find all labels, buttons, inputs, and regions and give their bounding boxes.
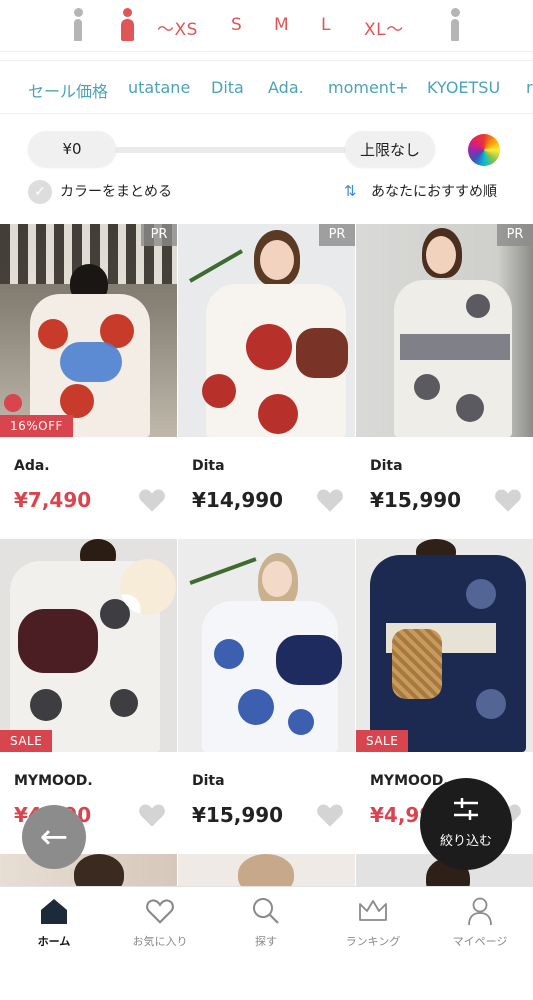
product-image[interactable] [178, 854, 355, 886]
brand-tab-utatane[interactable]: utatane [128, 78, 190, 97]
product-price: ¥14,990 [192, 488, 284, 512]
woman-figure-icon[interactable] [120, 8, 134, 42]
product-image[interactable]: PR [178, 224, 355, 437]
child-figure-icon[interactable] [71, 8, 85, 42]
product-image[interactable]: SALE [0, 539, 177, 752]
group-colors-checkbox[interactable]: ✓ [28, 180, 52, 204]
brand-tab-sale[interactable]: セール価格 [28, 78, 108, 102]
nav-home-label: ホーム [37, 935, 71, 948]
brand-tab-ada[interactable]: Ada. [268, 78, 304, 97]
product-image[interactable]: PR 16%OFF [0, 224, 177, 437]
pr-tag: PR [319, 224, 355, 246]
price-filter: ¥0 上限なし [0, 114, 533, 186]
sale-badge: SALE [0, 730, 53, 752]
filter-button[interactable]: 絞り込む [420, 778, 512, 870]
size-option-xs[interactable]: 〜XS [157, 15, 198, 40]
back-button[interactable]: ← [22, 805, 86, 869]
product-card[interactable]: PR Dita ¥15,990 [356, 224, 533, 539]
filter-button-label: 絞り込む [439, 834, 492, 849]
clock-icon [4, 394, 22, 412]
sort-label[interactable]: あなたにおすすめ順 [371, 181, 497, 201]
product-image[interactable]: SALE [356, 539, 533, 752]
brand-tab-moment[interactable]: moment+ [328, 78, 409, 97]
heart-icon [146, 899, 174, 924]
favorite-heart-icon[interactable] [138, 487, 166, 513]
product-card[interactable]: SALE MYMOOD. ¥4,990 [0, 539, 178, 854]
product-price: ¥7,490 [14, 488, 92, 512]
size-option-s[interactable]: S [231, 15, 242, 35]
man-figure-icon[interactable] [448, 8, 462, 42]
bottom-navigation: ホーム お気に入り 探す ランキング マイページ [0, 886, 533, 1000]
product-brand: Dita [370, 458, 403, 474]
product-price: ¥15,990 [192, 803, 284, 827]
search-icon [253, 898, 279, 924]
nav-mypage-label: マイページ [452, 935, 508, 948]
product-brand: Ada. [14, 458, 50, 474]
sort-icon[interactable]: ⇅ [344, 182, 357, 200]
brand-tab-kyoetsu[interactable]: KYOETSU [427, 78, 500, 97]
product-card[interactable]: PR Dita ¥14,990 [178, 224, 356, 539]
favorite-heart-icon[interactable] [494, 487, 522, 513]
pr-tag: PR [497, 224, 533, 246]
sliders-icon [454, 798, 478, 820]
price-min-handle[interactable]: ¥0 [28, 131, 116, 167]
product-brand: Dita [192, 773, 225, 789]
sale-badge: SALE [356, 730, 409, 752]
user-icon [468, 897, 492, 926]
nav-ranking[interactable]: ランキング [320, 895, 426, 949]
nav-home[interactable]: ホーム [1, 895, 107, 949]
nav-mypage[interactable]: マイページ [427, 895, 533, 949]
product-brand: Dita [192, 458, 225, 474]
product-card[interactable]: Dita ¥15,990 [178, 539, 356, 854]
home-icon [41, 899, 67, 924]
pr-tag: PR [141, 224, 177, 246]
nav-ranking-label: ランキング [345, 935, 401, 948]
discount-badge: 16%OFF [0, 415, 73, 437]
product-card[interactable]: PR 16%OFF Ada. ¥7,490 [0, 224, 178, 539]
favorite-heart-icon[interactable] [316, 802, 344, 828]
favorite-heart-icon[interactable] [138, 802, 166, 828]
nav-favorites[interactable]: お気に入り [107, 895, 213, 949]
nav-search[interactable]: 探す [213, 895, 319, 949]
product-price: ¥15,990 [370, 488, 462, 512]
size-option-l[interactable]: L [321, 15, 331, 35]
arrow-left-icon: ← [39, 817, 69, 857]
product-image[interactable]: PR [356, 224, 533, 437]
color-wheel-icon[interactable] [468, 134, 500, 166]
price-slider-track[interactable] [100, 147, 370, 153]
size-option-m[interactable]: M [274, 15, 289, 35]
brand-tab-dita[interactable]: Dita [211, 78, 244, 97]
options-row: ✓ カラーをまとめる ⇅ あなたにおすすめ順 [0, 180, 533, 218]
product-brand: MYMOOD. [14, 773, 93, 789]
nav-favorites-label: お気に入り [132, 935, 188, 948]
product-image[interactable] [178, 539, 355, 752]
brand-tab-more[interactable]: r [526, 78, 533, 97]
size-filter-bar: 〜XS S M L XL〜 [0, 0, 533, 52]
product-image[interactable] [0, 854, 177, 886]
crown-icon [359, 900, 387, 921]
price-max-handle[interactable]: 上限なし [345, 131, 435, 167]
favorite-heart-icon[interactable] [316, 487, 344, 513]
size-option-xl[interactable]: XL〜 [364, 15, 404, 40]
nav-search-label: 探す [255, 935, 277, 948]
brand-tab-bar: セール価格 utatane Dita Ada. moment+ KYOETSU … [0, 60, 533, 114]
group-colors-label[interactable]: カラーをまとめる [60, 181, 172, 201]
